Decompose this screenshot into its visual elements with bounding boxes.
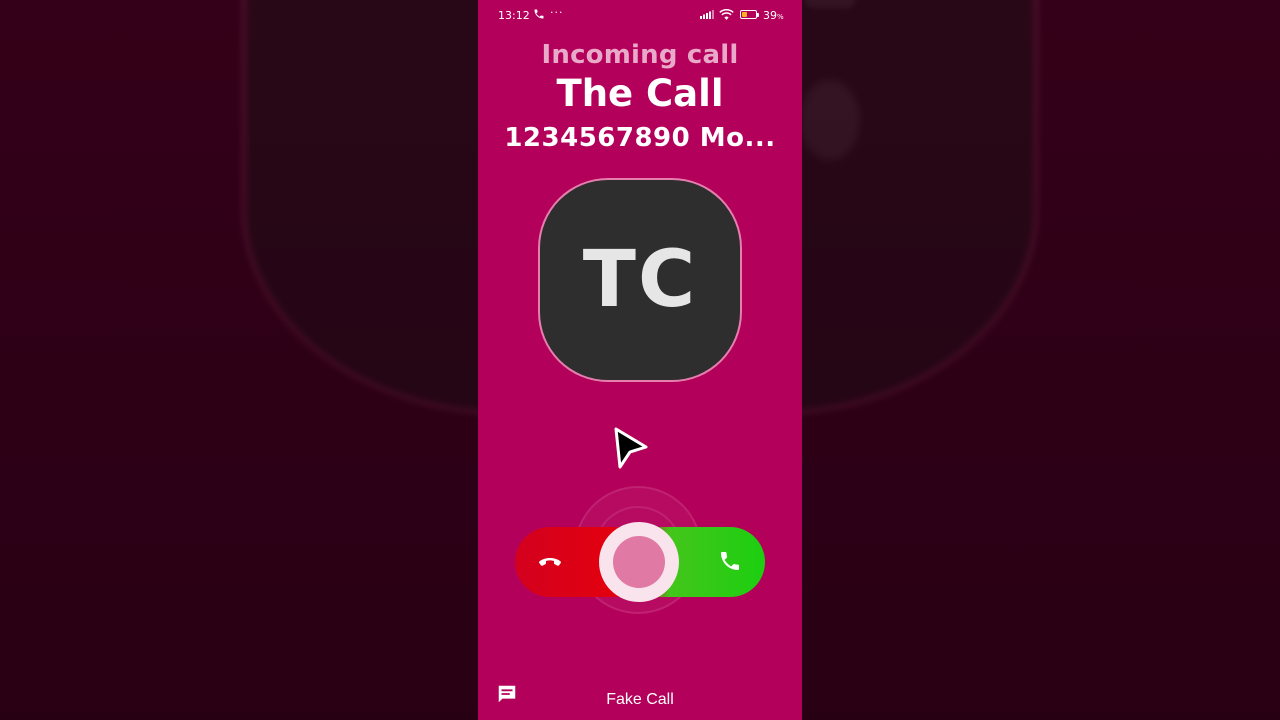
phone-icon[interactable] — [718, 549, 742, 573]
wifi-icon — [719, 9, 734, 20]
mouse-pointer-icon — [614, 427, 648, 469]
ongoing-call-icon — [534, 9, 544, 19]
phone-screen: 13:12 ··· 39% Incoming call The Call 123… — [478, 0, 802, 720]
caller-name: The Call — [556, 72, 724, 115]
app-name-label: Fake Call — [606, 691, 674, 708]
avatar-initials: TC — [582, 235, 698, 325]
battery-fill — [742, 12, 747, 17]
signal-icon — [700, 10, 714, 19]
battery-icon — [740, 10, 759, 19]
more-notifications-icon: ··· — [550, 6, 564, 19]
caller-avatar: TC — [540, 180, 740, 380]
status-time: 13:12 — [498, 9, 530, 22]
status-bar: 13:12 ··· 39% — [478, 0, 802, 30]
battery-percentage: 39% — [763, 9, 784, 22]
phone-hangup-icon[interactable] — [536, 551, 564, 573]
incoming-call-label: Incoming call — [541, 40, 739, 70]
answer-slider-knob[interactable] — [599, 522, 679, 602]
slider-knob-center — [613, 536, 665, 588]
caller-number: 1234567890 Mo... — [504, 123, 776, 153]
